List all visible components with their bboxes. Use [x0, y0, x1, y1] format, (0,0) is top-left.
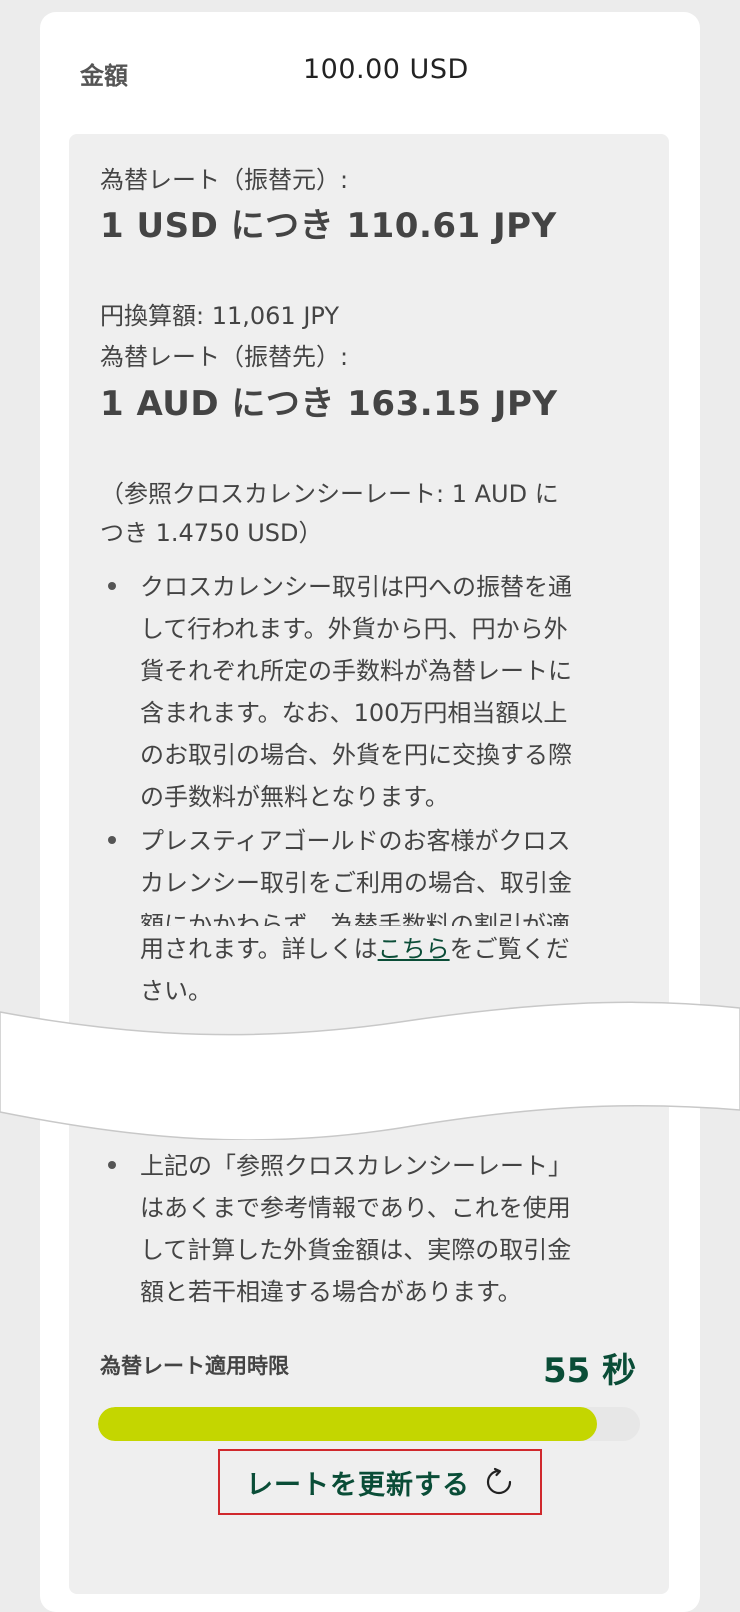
amount-value: 100.00 USD: [303, 54, 469, 85]
refresh-rate-label: レートを更新する: [246, 1469, 470, 1501]
note-line: 貨それぞれ所定の手数料が為替レートに: [140, 657, 572, 685]
refresh-icon: [484, 1467, 514, 1497]
amount-row: 金額 100.00 USD: [80, 52, 680, 102]
bullet-icon: [108, 582, 116, 590]
rate-to-value: 1 AUD につき 163.15 JPY: [100, 384, 558, 424]
rate-from-label: 為替レート（振替元）:: [100, 166, 349, 194]
note-line: 額と若干相違する場合があります。: [140, 1278, 522, 1306]
time-limit-progress: [98, 1407, 640, 1441]
note-line: のお取引の場合、外貨を円に交換する際: [140, 741, 572, 769]
bullet-icon: [108, 1161, 116, 1169]
note-line: カレンシー取引をご利用の場合、取引金: [140, 869, 572, 897]
note-line: して行われます。外貨から円、円から外: [140, 615, 568, 643]
yen-equivalent: 円換算額: 11,061 JPY: [100, 302, 340, 330]
rate-to-label: 為替レート（振替先）:: [100, 343, 349, 371]
details-link[interactable]: こちら: [378, 935, 450, 963]
note-line: はあくまで参考情報であり、これを使用: [140, 1194, 571, 1222]
note-text: をご覧くだ: [449, 935, 570, 963]
refresh-rate-button[interactable]: レートを更新する: [218, 1449, 542, 1515]
time-limit-label: 為替レート適用時限: [100, 1354, 289, 1378]
time-limit-progress-fill: [98, 1407, 597, 1441]
note-line: の手数料が無料となります。: [140, 783, 449, 811]
time-limit-value: 55 秒: [543, 1351, 637, 1391]
note-line: 含まれます。なお、100万円相当額以上: [140, 699, 568, 727]
note-line: 上記の「参照クロスカレンシーレート」: [140, 1152, 572, 1180]
note-line: プレスティアゴールドのお客様がクロス: [140, 827, 571, 855]
amount-label: 金額: [80, 62, 128, 90]
note-line: クロスカレンシー取引は円への振替を通: [140, 573, 572, 601]
note-line: して計算した外貨金額は、実際の取引金: [140, 1236, 572, 1264]
note-line-with-link: 用されます。詳しくはこちらをご覧くだ: [140, 928, 572, 970]
note-text: 用されます。詳しくは: [140, 935, 378, 963]
rate-from-value: 1 USD につき 110.61 JPY: [100, 206, 557, 246]
cross-rate-line2: つき 1.4750 USD）: [100, 519, 323, 547]
content-break-wave: [0, 1001, 740, 1140]
bullet-icon: [108, 836, 116, 844]
note-line-cut: 額にかかわらず、為替手数料の割引が適: [140, 911, 570, 926]
cross-rate-line1: （参照クロスカレンシーレート: 1 AUD に: [100, 480, 559, 508]
